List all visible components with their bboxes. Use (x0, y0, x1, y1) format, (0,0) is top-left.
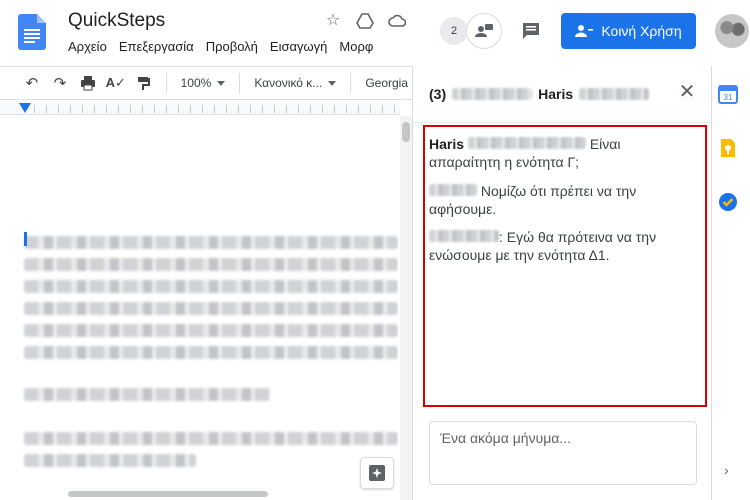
app-window: QuickSteps ☆ Αρχείο Επεξεργασία Προβολή … (0, 0, 750, 500)
collaborator-count[interactable]: 2 (440, 17, 468, 45)
chat-header: (3) Haris (429, 82, 699, 106)
undo-icon[interactable]: ↶ (20, 71, 44, 95)
menu-edit[interactable]: Επεξεργασία (119, 39, 194, 54)
document-pane: QuickSteps ☆ Αρχείο Επεξεργασία Προβολή … (0, 0, 412, 500)
cloud-status-icon[interactable] (388, 12, 407, 30)
star-icon[interactable]: ☆ (324, 12, 342, 30)
share-button[interactable]: Κοινή Χρήση (561, 13, 696, 49)
title-actions: ☆ (324, 12, 407, 30)
highlight-annotation (423, 125, 707, 407)
redo-icon[interactable]: ↷ (48, 71, 72, 95)
calendar-day: 31 (724, 93, 733, 102)
menu-view[interactable]: Προβολή (206, 39, 258, 54)
toolbar-divider (165, 73, 167, 93)
zoom-value: 100% (180, 76, 212, 90)
reply-placeholder: Ένα ακόμα μήνυμα... (440, 430, 572, 446)
redacted-text-line (24, 324, 398, 337)
meet-chat-icon[interactable] (466, 13, 502, 49)
horizontal-scrollbar[interactable] (0, 488, 400, 500)
chat-panel: (3) Haris ✕ Haris Είναι απαραίτητη η ενό… (412, 66, 712, 500)
chat-participant-count: (3) (429, 86, 447, 102)
side-panel-apps: 31 › (712, 66, 750, 500)
share-label: Κοινή Χρήση (601, 23, 682, 39)
chevron-down-icon (217, 80, 226, 86)
move-to-drive-icon[interactable] (356, 12, 374, 30)
redacted-text-line (24, 302, 398, 315)
comment-history-icon[interactable] (520, 20, 542, 42)
font-select[interactable]: Georgia (361, 76, 412, 90)
menu-bar: Αρχείο Επεξεργασία Προβολή Εισαγωγή Μορφ (68, 39, 373, 54)
explore-sparkle-icon (369, 465, 385, 481)
chat-title-name: Haris (538, 86, 574, 102)
ruler-ticks (34, 105, 400, 113)
redacted-text-line (24, 258, 398, 271)
chevron-down-icon (328, 80, 337, 86)
chevron-right-icon[interactable]: › (724, 462, 729, 478)
font-value: Georgia (365, 76, 409, 90)
redacted-text-line (24, 454, 196, 467)
ruler[interactable] (0, 101, 400, 115)
paint-format-icon[interactable] (132, 71, 156, 95)
menu-format[interactable]: Μορφ (339, 39, 373, 54)
toolbar-divider (239, 73, 241, 93)
formatting-toolbar: ↶ ↷ A✓ 100% Κανονικό κ... Georgia (0, 66, 412, 100)
divider (413, 122, 711, 123)
text-cursor (24, 232, 27, 246)
style-select[interactable]: Κανονικό κ... (250, 76, 340, 90)
redacted-text-line (24, 280, 398, 293)
redacted-text-line (24, 346, 398, 359)
doc-topbar: QuickSteps ☆ Αρχείο Επεξεργασία Προβολή … (0, 0, 412, 64)
explore-button[interactable] (360, 457, 394, 489)
toolbar-divider (350, 73, 352, 93)
close-icon[interactable]: ✕ (677, 82, 697, 102)
style-value: Κανονικό κ... (254, 76, 323, 90)
tasks-icon[interactable] (718, 192, 738, 212)
calendar-icon[interactable]: 31 (718, 84, 738, 104)
document-title[interactable]: QuickSteps (68, 10, 165, 32)
chat-reply-input[interactable]: Ένα ακόμα μήνυμα... (429, 421, 697, 485)
account-avatar[interactable] (715, 14, 749, 48)
redacted-text-line (24, 236, 398, 249)
indent-marker-icon[interactable] (19, 103, 31, 113)
document-canvas[interactable] (0, 116, 398, 490)
redacted-text-line (24, 388, 270, 401)
vertical-scrollbar[interactable] (400, 116, 412, 500)
scroll-thumb[interactable] (402, 122, 410, 142)
print-icon[interactable] (76, 71, 100, 95)
zoom-select[interactable]: 100% (177, 76, 230, 90)
redacted-name (452, 88, 533, 100)
scroll-thumb[interactable] (68, 491, 268, 497)
spellcheck-icon[interactable]: A✓ (104, 71, 128, 95)
add-person-icon (575, 25, 594, 37)
menu-file[interactable]: Αρχείο (68, 39, 107, 54)
keep-icon[interactable] (718, 138, 738, 158)
redacted-name (579, 88, 650, 100)
menu-insert[interactable]: Εισαγωγή (270, 39, 327, 54)
redacted-text-line (24, 432, 398, 445)
docs-logo-icon[interactable] (18, 14, 46, 50)
